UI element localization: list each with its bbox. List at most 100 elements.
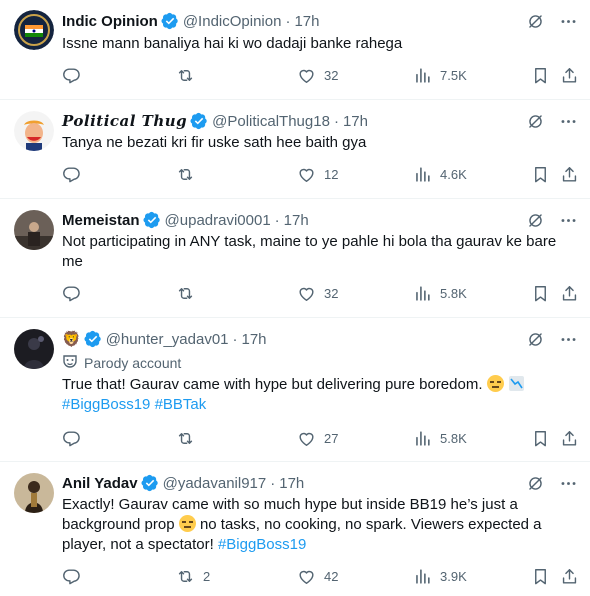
tweet[interactable]: Political Thug @PoliticalThug18 · 17h Ta… — [0, 99, 590, 199]
tweet[interactable]: Memeistan @upadravi0001 · 17h Not partic… — [0, 198, 590, 318]
author-name[interactable]: Indic Opinion — [62, 13, 158, 30]
bookmark-button[interactable] — [531, 66, 550, 85]
expressionless-emoji-icon — [178, 515, 196, 532]
tweet-text-block: True that! Gaurav came with hype but del… — [62, 375, 562, 415]
like-count: 42 — [324, 569, 339, 584]
separator-dot: · — [232, 330, 238, 348]
reply-button[interactable] — [62, 284, 89, 303]
more-options-icon[interactable] — [559, 330, 578, 354]
reply-icon — [62, 429, 81, 448]
avatar[interactable] — [14, 473, 54, 513]
share-button[interactable] — [560, 567, 579, 586]
avatar[interactable] — [14, 329, 54, 369]
views-count: 4.6K — [440, 167, 467, 182]
bookmark-button[interactable] — [531, 165, 550, 184]
author-handle[interactable]: @upadravi0001 — [165, 212, 271, 229]
reply-button[interactable] — [62, 66, 89, 85]
like-button[interactable]: 32 — [297, 66, 338, 85]
more-options-icon[interactable] — [559, 12, 578, 36]
retweet-button[interactable] — [176, 165, 203, 184]
views-button[interactable]: 5.8K — [413, 429, 467, 448]
retweet-button[interactable] — [176, 429, 203, 448]
timestamp[interactable]: 17h — [279, 475, 304, 492]
grok-icon[interactable] — [526, 330, 545, 354]
views-icon — [413, 567, 432, 586]
reply-icon — [62, 567, 81, 586]
retweet-button[interactable] — [176, 66, 203, 85]
tweet-actions: 12 4.6K — [62, 165, 582, 185]
grok-icon[interactable] — [526, 12, 545, 36]
like-button[interactable]: 27 — [297, 429, 338, 448]
reply-icon — [62, 66, 81, 85]
views-count: 5.8K — [440, 286, 467, 301]
tweet-actions: 27 5.8K — [62, 429, 582, 449]
avatar[interactable] — [14, 10, 54, 50]
like-count: 32 — [324, 68, 339, 83]
like-icon — [297, 567, 316, 586]
like-icon — [297, 66, 316, 85]
expressionless-emoji-icon — [486, 375, 504, 392]
timestamp[interactable]: 17h — [343, 113, 368, 130]
views-button[interactable]: 4.6K — [413, 165, 467, 184]
reply-button[interactable] — [62, 429, 89, 448]
timestamp[interactable]: 17h — [284, 212, 309, 229]
views-button[interactable]: 7.5K — [413, 66, 467, 85]
reply-icon — [62, 284, 81, 303]
like-button[interactable]: 32 — [297, 284, 338, 303]
verified-badge-icon — [161, 12, 179, 30]
bookmark-icon — [531, 66, 550, 85]
tweet[interactable]: Indic Opinion @IndicOpinion · 17h Issne … — [0, 0, 590, 100]
views-icon — [413, 284, 432, 303]
avatar[interactable] — [14, 210, 54, 250]
author-handle[interactable]: @PoliticalThug18 — [212, 113, 330, 130]
like-count: 32 — [324, 286, 339, 301]
views-count: 5.8K — [440, 431, 467, 446]
share-button[interactable] — [560, 429, 579, 448]
author-name[interactable]: Memeistan — [62, 212, 140, 229]
hashtag-links[interactable]: #BiggBoss19 #BBTak — [62, 396, 206, 413]
hashtag-links[interactable]: #BiggBoss19 — [218, 536, 306, 553]
author-name[interactable]: Political Thug — [62, 112, 187, 130]
retweet-button[interactable]: 2 — [176, 567, 210, 586]
share-icon — [560, 284, 579, 303]
separator-dot: · — [285, 12, 291, 30]
share-icon — [560, 567, 579, 586]
reply-button[interactable] — [62, 165, 89, 184]
like-icon — [297, 165, 316, 184]
reply-button[interactable] — [62, 567, 89, 586]
timestamp[interactable]: 17h — [294, 13, 319, 30]
separator-dot: · — [270, 474, 276, 492]
tweet-text: Not participating in ANY task, maine to … — [62, 233, 557, 270]
verified-badge-icon — [141, 474, 159, 492]
views-button[interactable]: 3.9K — [413, 567, 467, 586]
avatar[interactable] — [14, 111, 54, 151]
author-name[interactable]: 🦁 — [62, 330, 81, 348]
tweet-text: Issne mann banaliya hai ki wo dadaji ban… — [62, 35, 403, 52]
share-button[interactable] — [560, 165, 579, 184]
author-handle[interactable]: @yadavanil917 — [163, 475, 267, 492]
views-count: 3.9K — [440, 569, 467, 584]
retweet-icon — [176, 567, 195, 586]
tweet[interactable]: 🦁 @hunter_yadav01 · 17h Parody account T… — [0, 317, 590, 462]
tweet-actions: 2 42 3.9K — [62, 567, 582, 587]
bookmark-icon — [531, 165, 550, 184]
like-button[interactable]: 42 — [297, 567, 338, 586]
timestamp[interactable]: 17h — [242, 331, 267, 348]
author-handle[interactable]: @hunter_yadav01 — [106, 331, 229, 348]
bookmark-button[interactable] — [531, 429, 550, 448]
views-button[interactable]: 5.8K — [413, 284, 467, 303]
share-button[interactable] — [560, 66, 579, 85]
tweet-actions: 32 5.8K — [62, 284, 582, 304]
verified-badge-icon — [143, 211, 161, 229]
like-button[interactable]: 12 — [297, 165, 338, 184]
bookmark-icon — [531, 567, 550, 586]
bookmark-button[interactable] — [531, 567, 550, 586]
author-name[interactable]: Anil Yadav — [62, 475, 138, 492]
like-icon — [297, 429, 316, 448]
views-count: 7.5K — [440, 68, 467, 83]
author-handle[interactable]: @IndicOpinion — [183, 13, 282, 30]
retweet-button[interactable] — [176, 284, 203, 303]
tweet[interactable]: Anil Yadav @yadavanil917 · 17h Exactly! … — [0, 461, 590, 596]
bookmark-button[interactable] — [531, 284, 550, 303]
share-button[interactable] — [560, 284, 579, 303]
